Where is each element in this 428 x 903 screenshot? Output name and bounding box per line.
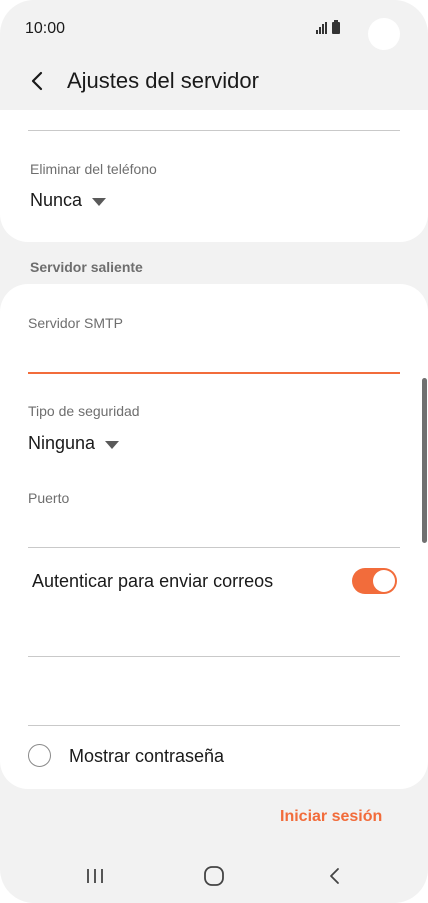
camera-cutout <box>368 18 400 50</box>
smtp-server-label: Servidor SMTP <box>28 315 123 331</box>
security-type-label: Tipo de seguridad <box>28 403 140 419</box>
security-type-value: Ninguna <box>28 433 96 453</box>
smtp-server-input[interactable] <box>28 338 402 372</box>
auth-toggle-label: Autenticar para enviar correos <box>32 571 274 591</box>
recent-apps-button[interactable] <box>65 848 125 903</box>
phone-screen: 10:00 Ajustes del servidor Eliminar del … <box>0 0 428 903</box>
status-icons <box>316 20 340 34</box>
page-title: Ajustes del servidor <box>67 68 259 93</box>
password-input[interactable] <box>28 691 402 725</box>
recent-apps-icon <box>87 868 103 883</box>
divider <box>28 130 400 131</box>
back-icon <box>330 867 339 884</box>
home-icon <box>204 865 224 886</box>
back-button[interactable] <box>22 66 52 96</box>
delete-from-phone-value: Nunca <box>30 190 83 210</box>
security-type-dropdown[interactable]: Ninguna <box>28 433 120 454</box>
nav-back-button[interactable] <box>305 848 365 903</box>
password-underline <box>28 725 400 726</box>
status-time: 10:00 <box>25 20 66 37</box>
show-password-label[interactable]: Mostrar contraseña <box>69 746 224 767</box>
port-label: Puerto <box>28 490 70 506</box>
delete-from-phone-label: Eliminar del teléfono <box>30 161 157 177</box>
incoming-settings-card: Eliminar del teléfono Nunca <box>0 110 428 242</box>
port-input[interactable] <box>28 512 402 546</box>
username-input[interactable] <box>28 622 402 656</box>
status-bar: 10:00 <box>0 0 428 62</box>
toggle-knob <box>373 570 395 592</box>
caret-down-icon <box>105 440 120 449</box>
caret-down-icon <box>92 197 107 206</box>
scrollbar[interactable] <box>422 378 427 543</box>
home-button[interactable] <box>184 848 244 903</box>
delete-from-phone-dropdown[interactable]: Nunca <box>30 190 107 211</box>
outgoing-server-section-title: Servidor saliente <box>30 259 143 275</box>
chevron-left-icon <box>31 71 43 91</box>
username-underline <box>28 656 400 657</box>
smtp-server-underline <box>28 372 400 374</box>
show-password-checkbox[interactable] <box>28 744 51 767</box>
signin-button[interactable]: Iniciar sesión <box>280 808 382 826</box>
signal-icon <box>316 22 327 34</box>
auth-toggle[interactable] <box>352 568 397 594</box>
outgoing-settings-card: Servidor SMTP Tipo de seguridad Ninguna … <box>0 284 428 789</box>
port-underline <box>28 547 400 548</box>
battery-icon <box>332 20 340 34</box>
navigation-bar <box>0 848 428 903</box>
